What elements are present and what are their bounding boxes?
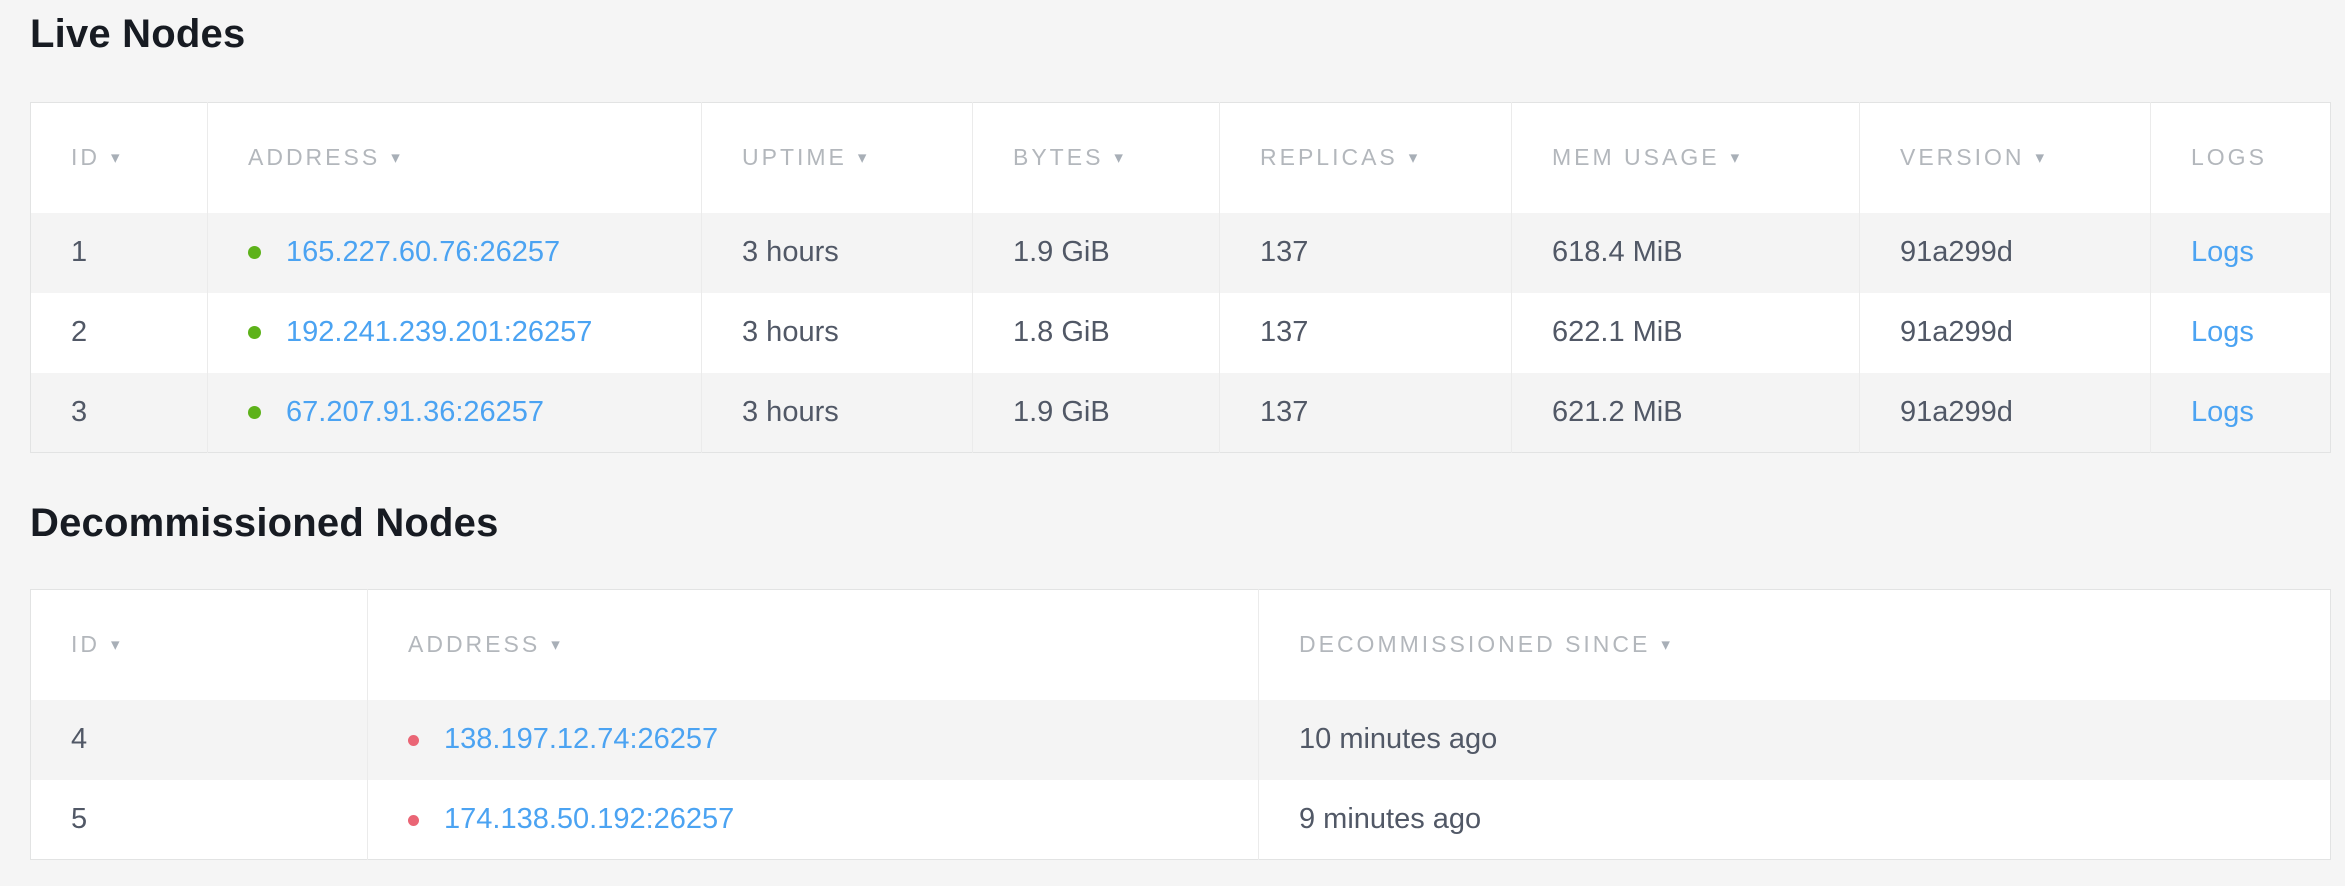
sort-arrow-icon: ▾ xyxy=(1409,148,1421,168)
cell-logs: Logs xyxy=(2151,373,2331,453)
column-header-label: LOGS xyxy=(2191,144,2267,170)
live-nodes-header-row: ID ▾ ADDRESS ▾ UPTIME ▾ BYTES ▾ REPLICAS ▾ ME… xyxy=(31,103,2331,213)
sort-arrow-icon: ▾ xyxy=(1114,148,1126,168)
cell-version: 91a299d xyxy=(1860,213,2151,293)
cell-address: 192.241.239.201:26257 xyxy=(208,293,702,373)
column-header-id[interactable]: ID ▾ xyxy=(31,103,208,213)
column-header-uptime[interactable]: UPTIME ▾ xyxy=(702,103,973,213)
column-header-address[interactable]: ADDRESS ▾ xyxy=(208,103,702,213)
column-header-mem-usage[interactable]: MEM USAGE ▾ xyxy=(1512,103,1860,213)
node-decommissioned-dot-icon xyxy=(408,735,419,746)
cell-id: 1 xyxy=(31,213,208,293)
cell-address: 138.197.12.74:26257 xyxy=(368,700,1259,780)
cell-uptime: 3 hours xyxy=(702,373,973,453)
node-address-link[interactable]: 165.227.60.76:26257 xyxy=(286,236,560,268)
cell-bytes: 1.9 GiB xyxy=(973,213,1220,293)
table-row: 2 192.241.239.201:26257 3 hours 1.8 GiB … xyxy=(31,293,2331,373)
column-header-version[interactable]: VERSION ▾ xyxy=(1860,103,2151,213)
column-header-logs: LOGS xyxy=(2151,103,2331,213)
column-header-label: UPTIME xyxy=(742,144,847,170)
node-live-dot-icon xyxy=(248,246,261,259)
cell-version: 91a299d xyxy=(1860,373,2151,453)
decommissioned-nodes-header-row: ID ▾ ADDRESS ▾ DECOMMISSIONED SINCE ▾ xyxy=(31,590,2331,700)
sort-arrow-icon: ▾ xyxy=(551,635,563,655)
sort-arrow-icon: ▾ xyxy=(391,148,403,168)
sort-arrow-icon: ▾ xyxy=(111,635,123,655)
cell-logs: Logs xyxy=(2151,213,2331,293)
cell-bytes: 1.8 GiB xyxy=(973,293,1220,373)
cell-id: 5 xyxy=(31,780,368,860)
column-header-replicas[interactable]: REPLICAS ▾ xyxy=(1220,103,1512,213)
sort-arrow-icon: ▾ xyxy=(1661,635,1673,655)
column-header-label: BYTES xyxy=(1013,144,1103,170)
decommissioned-nodes-table: ID ▾ ADDRESS ▾ DECOMMISSIONED SINCE ▾ 4 138… xyxy=(30,589,2331,860)
cell-address: 165.227.60.76:26257 xyxy=(208,213,702,293)
logs-link[interactable]: Logs xyxy=(2191,316,2254,348)
cell-mem-usage: 622.1 MiB xyxy=(1512,293,1860,373)
sort-arrow-icon: ▾ xyxy=(1731,148,1743,168)
cell-uptime: 3 hours xyxy=(702,213,973,293)
nodes-page: Live Nodes ID ▾ ADDRESS ▾ UPTIME ▾ BYTES ▾ R… xyxy=(0,10,2345,860)
live-nodes-title: Live Nodes xyxy=(30,10,2330,58)
column-header-label: ADDRESS xyxy=(408,631,540,657)
column-header-label: VERSION xyxy=(1900,144,2025,170)
cell-address: 174.138.50.192:26257 xyxy=(368,780,1259,860)
cell-uptime: 3 hours xyxy=(702,293,973,373)
cell-id: 2 xyxy=(31,293,208,373)
cell-replicas: 137 xyxy=(1220,213,1512,293)
node-address-link[interactable]: 138.197.12.74:26257 xyxy=(444,723,718,755)
column-header-label: MEM USAGE xyxy=(1552,144,1720,170)
cell-replicas: 137 xyxy=(1220,373,1512,453)
node-decommissioned-dot-icon xyxy=(408,815,419,826)
column-header-label: ID xyxy=(71,631,100,657)
node-live-dot-icon xyxy=(248,406,261,419)
logs-link[interactable]: Logs xyxy=(2191,236,2254,268)
column-header-label: ADDRESS xyxy=(248,144,380,170)
table-row: 3 67.207.91.36:26257 3 hours 1.9 GiB 137… xyxy=(31,373,2331,453)
node-live-dot-icon xyxy=(248,326,261,339)
column-header-bytes[interactable]: BYTES ▾ xyxy=(973,103,1220,213)
column-header-address[interactable]: ADDRESS ▾ xyxy=(368,590,1259,700)
cell-bytes: 1.9 GiB xyxy=(973,373,1220,453)
cell-mem-usage: 621.2 MiB xyxy=(1512,373,1860,453)
column-header-decommissioned-since[interactable]: DECOMMISSIONED SINCE ▾ xyxy=(1259,590,2331,700)
column-header-id[interactable]: ID ▾ xyxy=(31,590,368,700)
node-address-link[interactable]: 192.241.239.201:26257 xyxy=(286,316,592,348)
table-row: 1 165.227.60.76:26257 3 hours 1.9 GiB 13… xyxy=(31,213,2331,293)
cell-logs: Logs xyxy=(2151,293,2331,373)
cell-replicas: 137 xyxy=(1220,293,1512,373)
sort-arrow-icon: ▾ xyxy=(858,148,870,168)
sort-arrow-icon: ▾ xyxy=(2036,148,2048,168)
sort-arrow-icon: ▾ xyxy=(111,148,123,168)
cell-id: 4 xyxy=(31,700,368,780)
live-nodes-table: ID ▾ ADDRESS ▾ UPTIME ▾ BYTES ▾ REPLICAS ▾ ME… xyxy=(30,102,2331,453)
node-address-link[interactable]: 174.138.50.192:26257 xyxy=(444,803,734,835)
column-header-label: REPLICAS xyxy=(1260,144,1398,170)
table-row: 5 174.138.50.192:26257 9 minutes ago xyxy=(31,780,2331,860)
column-header-label: DECOMMISSIONED SINCE xyxy=(1299,631,1650,657)
cell-address: 67.207.91.36:26257 xyxy=(208,373,702,453)
cell-id: 3 xyxy=(31,373,208,453)
cell-decommissioned-since: 10 minutes ago xyxy=(1259,700,2331,780)
cell-decommissioned-since: 9 minutes ago xyxy=(1259,780,2331,860)
logs-link[interactable]: Logs xyxy=(2191,396,2254,428)
column-header-label: ID xyxy=(71,144,100,170)
decommissioned-nodes-title: Decommissioned Nodes xyxy=(30,499,2330,547)
table-row: 4 138.197.12.74:26257 10 minutes ago xyxy=(31,700,2331,780)
node-address-link[interactable]: 67.207.91.36:26257 xyxy=(286,396,544,428)
cell-version: 91a299d xyxy=(1860,293,2151,373)
cell-mem-usage: 618.4 MiB xyxy=(1512,213,1860,293)
